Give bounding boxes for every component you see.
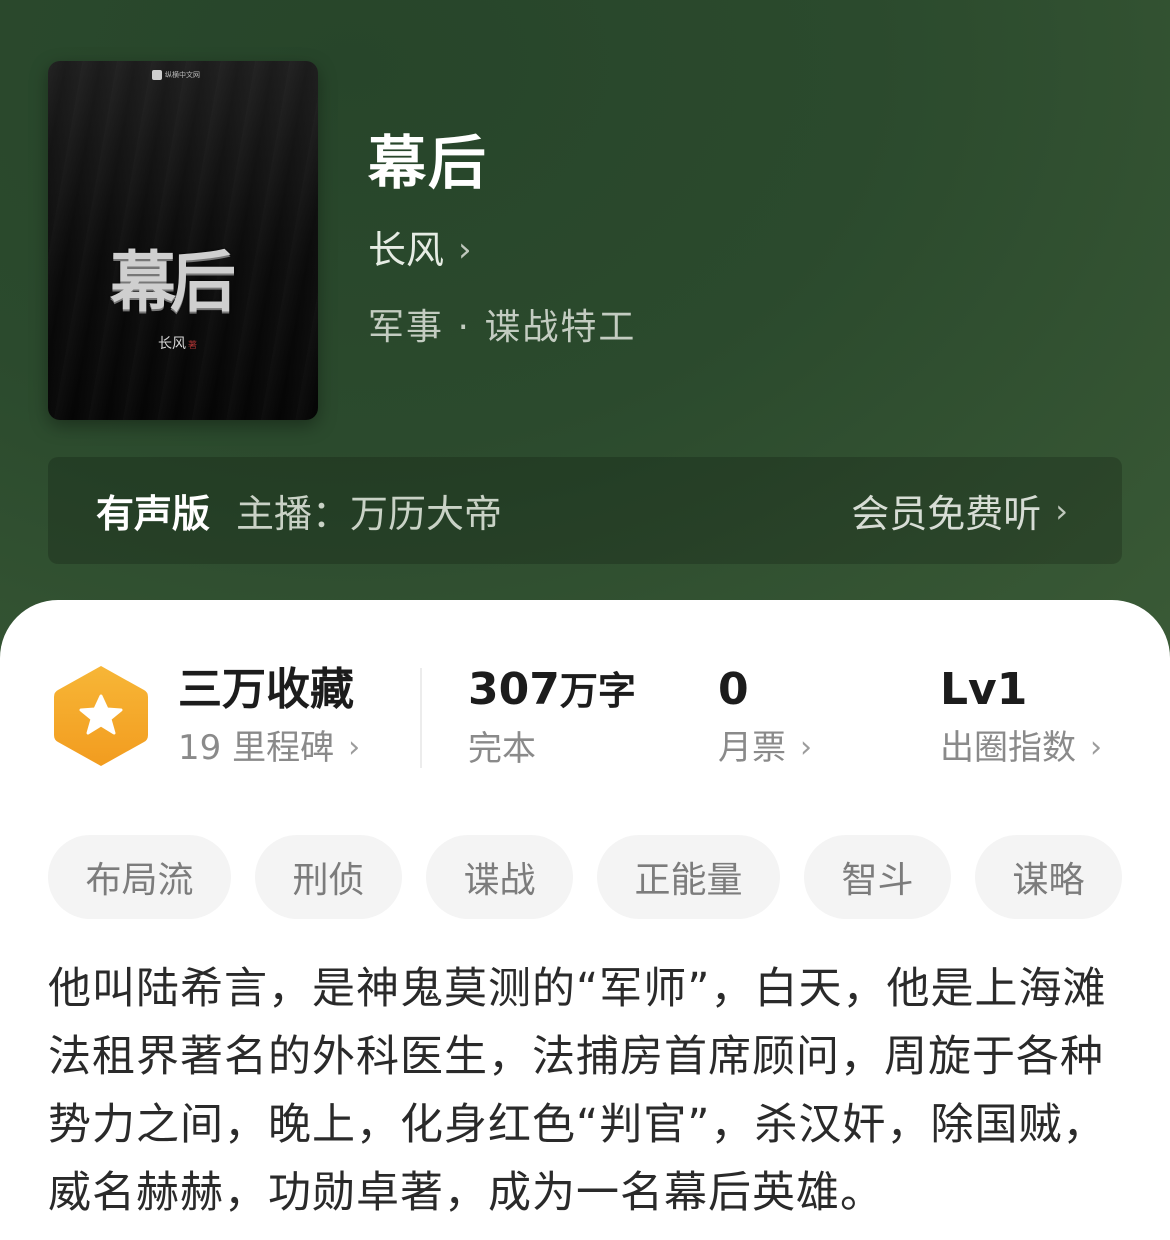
milestone-link[interactable]: 19 里程碑 ›: [178, 726, 360, 770]
level-value: Lv1: [940, 664, 1028, 715]
cover-publisher: 纵横中文网: [165, 71, 200, 79]
popularity-index-link[interactable]: 出圈指数 ›: [940, 726, 1102, 770]
tag-chip[interactable]: 谋略: [975, 835, 1122, 919]
cover-author-name: 长风: [158, 336, 186, 352]
word-count-value: 307万字: [468, 664, 636, 717]
chevron-right-icon: ›: [1055, 491, 1068, 530]
ticket-value: 0: [718, 664, 749, 715]
popularity-stat[interactable]: Lv1 出圈指数 ›: [940, 664, 1102, 770]
ticket-label: 月票: [718, 728, 786, 768]
status-label: 完本: [468, 729, 536, 769]
audio-narrator: 主播：万历大帝: [236, 492, 503, 536]
author-link[interactable]: 长风 ›: [368, 226, 472, 274]
word-count-unit: 万字: [559, 669, 636, 713]
book-header: 纵横中文网 幕后 长风著 幕后 长风 › 军事 · 谍战特工 有声版 主播：万历…: [0, 0, 1170, 660]
popularity-label: 出圈指数: [940, 728, 1076, 768]
audio-label: 有声版: [96, 492, 211, 536]
word-count-stat: 307万字 完本: [468, 664, 636, 771]
tag-chip[interactable]: 刑侦: [255, 835, 402, 919]
member-free-listen-link[interactable]: 会员免费听 ›: [851, 483, 1068, 538]
tag-chip[interactable]: 布局流: [48, 835, 231, 919]
collect-stat[interactable]: 三万收藏 19 里程碑 ›: [178, 664, 360, 770]
chevron-right-icon: ›: [800, 730, 812, 765]
cover-title: 幕后: [110, 243, 236, 321]
cover-drape: [48, 61, 318, 420]
cover-author: 长风著: [158, 333, 197, 353]
monthly-ticket-link[interactable]: 月票 ›: [718, 726, 812, 770]
tag-chip[interactable]: 智斗: [804, 835, 951, 919]
cover-author-tag: 著: [188, 341, 198, 351]
book-genre: 军事 · 谍战特工: [368, 307, 637, 348]
book-title: 幕后: [368, 129, 489, 197]
star-hexagon-icon: [54, 666, 148, 766]
tag-chip[interactable]: 谍战: [426, 835, 573, 919]
cover-publisher-logo: 纵横中文网: [152, 69, 210, 81]
collect-value: 三万收藏: [178, 664, 354, 715]
book-description[interactable]: 他叫陆希言，是神鬼莫测的“军师”，白天，他是上海滩法租界著名的外科医生，法捕房首…: [48, 955, 1128, 1227]
chevron-right-icon: ›: [1090, 730, 1102, 765]
listen-label: 会员免费听: [851, 492, 1042, 536]
book-cover[interactable]: 纵横中文网 幕后 长风著: [48, 61, 318, 420]
chevron-right-icon: ›: [458, 230, 472, 270]
audio-version-bar[interactable]: 有声版 主播：万历大帝 会员免费听 ›: [48, 457, 1122, 564]
author-name: 长风: [368, 228, 445, 272]
publisher-mark-icon: [152, 70, 162, 80]
tag-chip[interactable]: 正能量: [597, 835, 780, 919]
chevron-right-icon: ›: [348, 730, 361, 765]
word-count-number: 307: [468, 664, 560, 715]
monthly-ticket-stat[interactable]: 0 月票 ›: [718, 664, 812, 770]
tag-list: 布局流 刑侦 谍战 正能量 智斗 谋略: [48, 835, 1122, 919]
milestone-label: 19 里程碑: [178, 728, 335, 768]
stat-divider: [420, 668, 422, 768]
